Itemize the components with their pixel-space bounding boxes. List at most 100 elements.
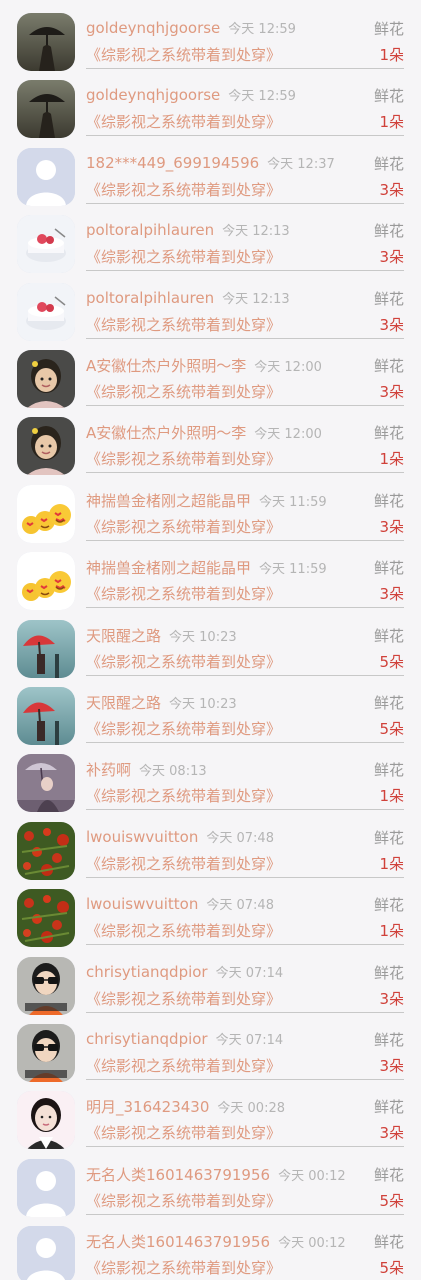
user-name[interactable]: lwouiswvuitton (86, 895, 198, 913)
user-name[interactable]: goldeynqhjgoorse (86, 86, 220, 104)
list-item[interactable]: A安徽仕杰户外照明～李 今天 12:00 鲜花 《综影视之系统带着到处穿》 1朵 (0, 408, 421, 476)
book-title-link[interactable]: 《综影视之系统带着到处穿》 (86, 516, 281, 537)
user-name[interactable]: 神揣兽金楮刚之超能晶甲 (86, 559, 251, 577)
timestamp: 今天 07:14 (215, 965, 284, 981)
book-title-link[interactable]: 《综影视之系统带着到处穿》 (86, 44, 281, 65)
book-title-link[interactable]: 《综影视之系统带着到处穿》 (86, 583, 281, 604)
avatar[interactable] (17, 1226, 75, 1280)
list-item[interactable]: 天限醒之路 今天 10:23 鲜花 《综影视之系统带着到处穿》 5朵 (0, 611, 421, 678)
avatar[interactable] (17, 147, 75, 206)
user-name[interactable]: lwouiswvuitton (86, 828, 198, 846)
user-name-line: 神揣兽金楮刚之超能晶甲 今天 11:59 (86, 557, 327, 578)
avatar[interactable] (17, 754, 75, 813)
user-name[interactable]: 天限醒之路 (86, 627, 161, 645)
user-name[interactable]: poltoralpihlauren (86, 221, 214, 239)
avatar[interactable] (17, 1024, 75, 1082)
list-item[interactable]: lwouiswvuitton 今天 07:48 鲜花 《综影视之系统带着到处穿》 1朵 (0, 813, 421, 880)
user-name-line: 无名人类1601463791956 今天 00:12 (86, 1164, 346, 1185)
user-name-line: poltoralpihlauren 今天 12:13 (86, 220, 290, 239)
gift-type-label: 鲜花 (373, 896, 404, 915)
list-item[interactable]: goldeynqhjgoorse 今天 12:59 鲜花 《综影视之系统带着到处穿》 1… (0, 4, 421, 71)
avatar[interactable] (17, 417, 75, 476)
user-name[interactable]: 天限醒之路 (86, 694, 161, 712)
avatar[interactable] (17, 1158, 75, 1217)
timestamp: 今天 00:28 (217, 1101, 286, 1117)
list-item[interactable]: 神揣兽金楮刚之超能晶甲 今天 11:59 鲜花 《综影视之系统带着到处穿》 3朵 (0, 476, 421, 543)
gift-count: 3朵 (379, 517, 404, 536)
book-title-link[interactable]: 《综影视之系统带着到处穿》 (86, 651, 281, 672)
user-name[interactable]: 无名人类1601463791956 (86, 1233, 270, 1251)
book-title-link[interactable]: 《综影视之系统带着到处穿》 (86, 718, 281, 739)
user-name[interactable]: chrisytianqdpior (86, 1030, 208, 1048)
avatar[interactable] (17, 215, 75, 274)
avatar[interactable] (17, 821, 75, 880)
timestamp: 今天 12:13 (222, 224, 290, 240)
avatar[interactable] (17, 687, 75, 745)
list-item[interactable]: chrisytianqdpior 今天 07:14 鲜花 《综影视之系统带着到处穿》 3… (0, 948, 421, 1015)
avatar[interactable] (17, 889, 75, 948)
user-name[interactable]: 明月_316423430 (86, 1098, 209, 1116)
gift-type-label: 鲜花 (373, 963, 404, 982)
list-item[interactable]: chrisytianqdpior 今天 07:14 鲜花 《综影视之系统带着到处穿》 3… (0, 1015, 421, 1082)
book-title-link[interactable]: 《综影视之系统带着到处穿》 (86, 246, 281, 267)
gift-type-label: 鲜花 (373, 1098, 404, 1117)
avatar[interactable] (17, 350, 75, 408)
user-name[interactable]: A安徽仕杰户外照明～李 (86, 424, 246, 442)
book-title-link[interactable]: 《综影视之系统带着到处穿》 (86, 853, 281, 874)
row-divider (86, 472, 404, 474)
timestamp: 今天 12:00 (254, 427, 322, 443)
book-title-link[interactable]: 《综影视之系统带着到处穿》 (86, 920, 281, 941)
list-item[interactable]: goldeynqhjgoorse 今天 12:59 鲜花 《综影视之系统带着到处穿》 1… (0, 71, 421, 139)
row-divider (86, 68, 404, 69)
book-title-link[interactable]: 《综影视之系统带着到处穿》 (86, 448, 281, 469)
user-name[interactable]: 补药啊 (86, 761, 131, 779)
avatar[interactable] (17, 552, 75, 611)
avatar[interactable] (17, 282, 75, 341)
timestamp: 今天 11:59 (259, 562, 327, 578)
avatar[interactable] (17, 484, 75, 543)
book-title-link[interactable]: 《综影视之系统带着到处穿》 (86, 1190, 281, 1211)
book-title-link[interactable]: 《综影视之系统带着到处穿》 (86, 785, 281, 806)
user-name[interactable]: goldeynqhjgoorse (86, 19, 220, 37)
book-title-link[interactable]: 《综影视之系统带着到处穿》 (86, 314, 281, 335)
book-title-link[interactable]: 《综影视之系统带着到处穿》 (86, 988, 281, 1009)
book-title-link[interactable]: 《综影视之系统带着到处穿》 (86, 381, 281, 402)
list-item[interactable]: 无名人类1601463791956 今天 00:12 鲜花 《综影视之系统带着到处穿》… (0, 1150, 421, 1217)
book-title-link[interactable]: 《综影视之系统带着到处穿》 (86, 1257, 281, 1278)
list-item[interactable]: A安徽仕杰户外照明～李 今天 12:00 鲜花 《综影视之系统带着到处穿》 3朵 (0, 341, 421, 408)
list-item[interactable]: 无名人类1601463791956 今天 00:12 鲜花 《综影视之系统带着到处穿》… (0, 1217, 421, 1280)
avatar[interactable] (17, 1091, 75, 1150)
list-item[interactable]: lwouiswvuitton 今天 07:48 鲜花 《综影视之系统带着到处穿》 1朵 (0, 880, 421, 948)
list-item[interactable]: 明月_316423430 今天 00:28 鲜花 《综影视之系统带着到处穿》 3朵 (0, 1082, 421, 1150)
user-name[interactable]: poltoralpihlauren (86, 289, 214, 307)
avatar[interactable] (17, 13, 75, 71)
book-title-link[interactable]: 《综影视之系统带着到处穿》 (86, 111, 281, 132)
list-item[interactable]: 天限醒之路 今天 10:23 鲜花 《综影视之系统带着到处穿》 5朵 (0, 678, 421, 745)
timestamp: 今天 10:23 (169, 629, 237, 645)
book-title-link[interactable]: 《综影视之系统带着到处穿》 (86, 1055, 281, 1076)
gift-count: 1朵 (379, 113, 404, 132)
list-item[interactable]: poltoralpihlauren 今天 12:13 鲜花 《综影视之系统带着到处穿》… (0, 274, 421, 341)
list-item[interactable]: 182***449_699194596 今天 12:37 鲜花 《综影视之系统带着到处… (0, 139, 421, 206)
user-name[interactable]: 182***449_699194596 (86, 154, 259, 172)
user-name-line: 天限醒之路 今天 10:23 (86, 692, 237, 713)
gift-count: 1朵 (379, 922, 404, 941)
user-name[interactable]: 神揣兽金楮刚之超能晶甲 (86, 492, 251, 510)
list-item[interactable]: 补药啊 今天 08:13 鲜花 《综影视之系统带着到处穿》 1朵 (0, 745, 421, 813)
list-item[interactable]: poltoralpihlauren 今天 12:13 鲜花 《综影视之系统带着到处穿》… (0, 206, 421, 274)
user-name[interactable]: A安徽仕杰户外照明～李 (86, 357, 246, 375)
gift-type-label: 鲜花 (373, 828, 404, 847)
user-name[interactable]: 无名人类1601463791956 (86, 1166, 270, 1184)
avatar[interactable] (17, 619, 75, 678)
row-divider (86, 674, 404, 676)
gift-type-label: 鲜花 (373, 694, 404, 712)
book-title-link[interactable]: 《综影视之系统带着到处穿》 (86, 179, 281, 200)
avatar[interactable] (17, 956, 75, 1015)
list-item[interactable]: 神揣兽金楮刚之超能晶甲 今天 11:59 鲜花 《综影视之系统带着到处穿》 3朵 (0, 543, 421, 611)
book-title-link[interactable]: 《综影视之系统带着到处穿》 (86, 1122, 281, 1143)
row-divider (86, 876, 404, 878)
timestamp: 今天 07:14 (215, 1033, 284, 1048)
gift-type-label: 鲜花 (373, 20, 404, 38)
avatar[interactable] (17, 80, 75, 139)
user-name[interactable]: chrisytianqdpior (86, 963, 208, 981)
